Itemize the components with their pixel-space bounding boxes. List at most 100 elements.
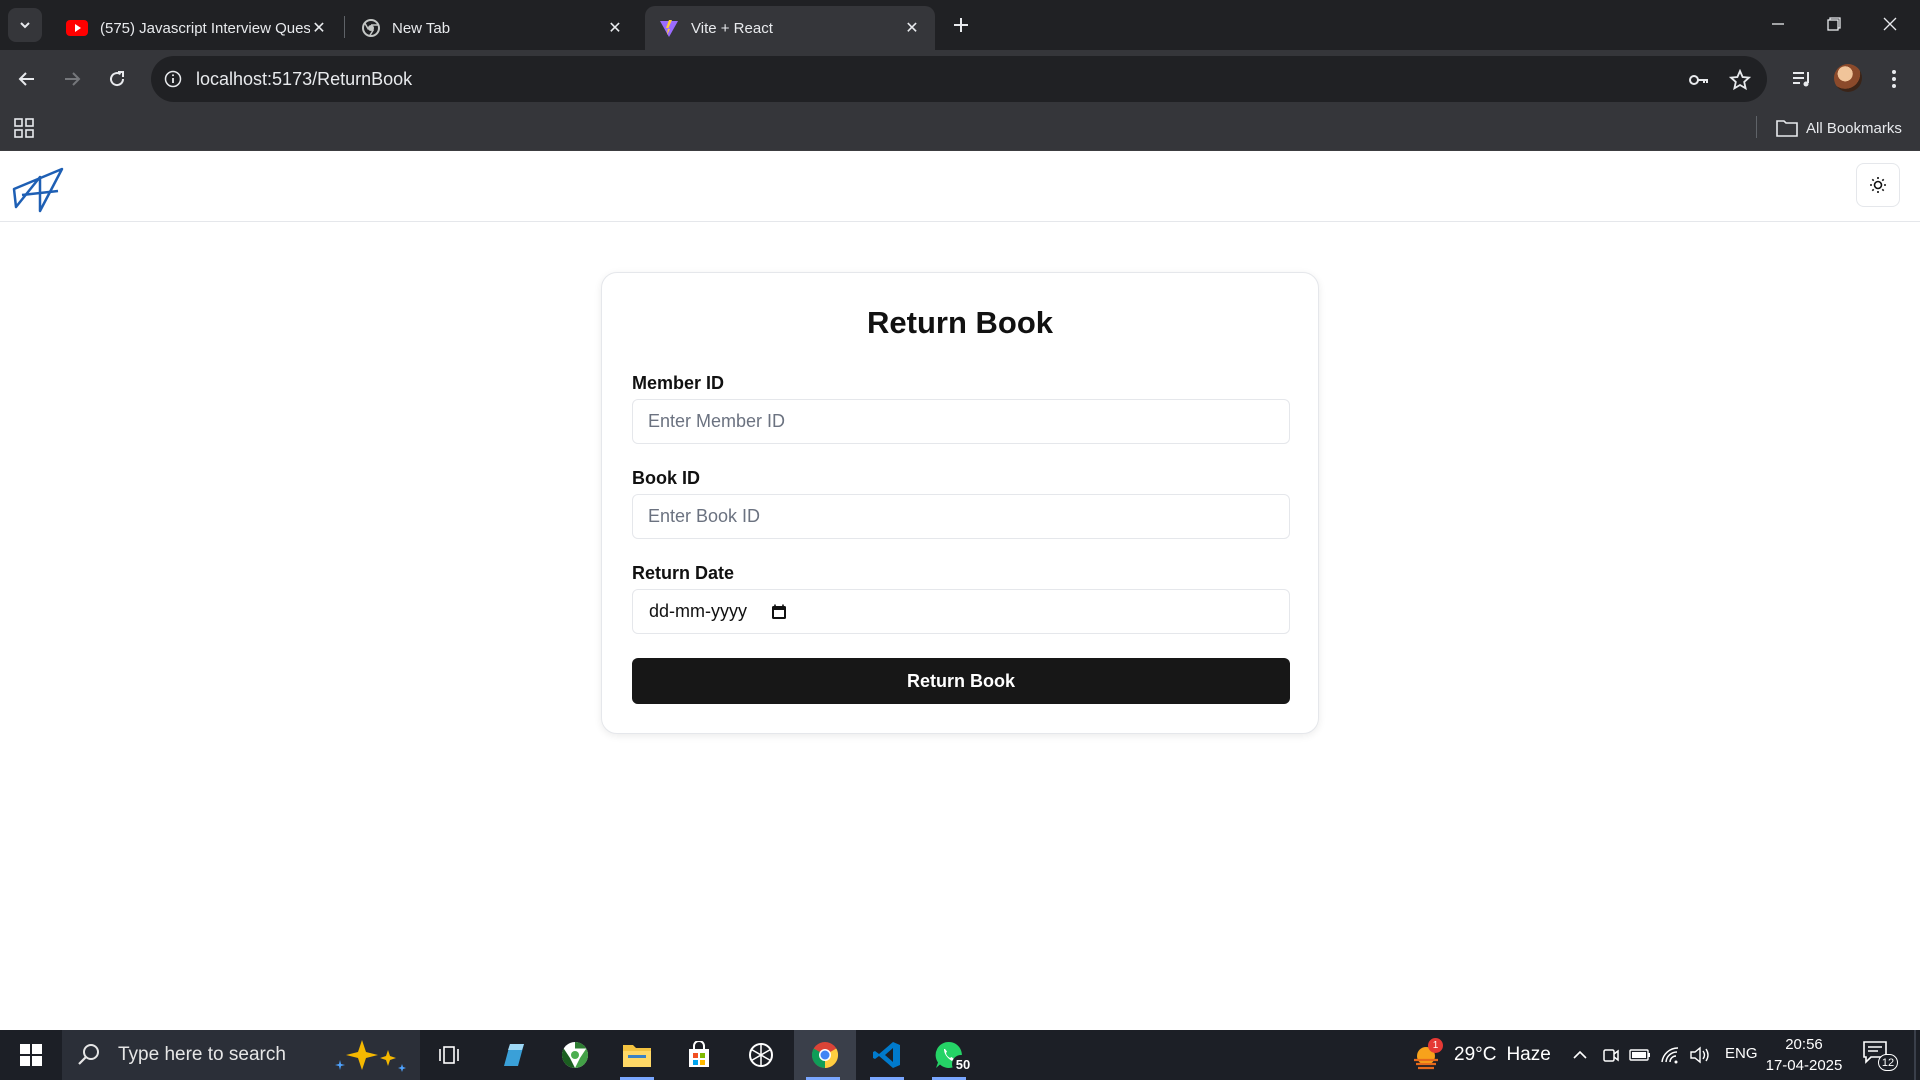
show-desktop-button[interactable] [1914,1030,1916,1080]
weather-widget[interactable]: 1 29°C Haze [1410,1030,1551,1080]
theme-toggle-button[interactable] [1856,163,1900,207]
tab-vite-react[interactable]: Vite + React ✕ [645,6,935,50]
search-icon [78,1044,99,1065]
new-tab-button[interactable] [946,10,976,40]
bookmarks-bar: All Bookmarks [0,108,1920,151]
language-indicator[interactable]: ENG [1725,1045,1758,1062]
taskbar-app-vscode[interactable] [858,1030,916,1080]
forward-button[interactable] [56,63,88,95]
windows-taskbar: Type here to search 50 1 29°C Haze ENG 2… [0,1030,1920,1080]
book-id-label: Book ID [632,468,701,488]
minimize-icon [1772,23,1784,25]
arrow-right-icon [65,72,81,86]
book-id-input[interactable] [632,494,1290,539]
star-icon[interactable] [1727,67,1753,93]
weather-temp: 29°C [1454,1044,1497,1065]
password-key-icon[interactable] [1686,67,1712,93]
restore-icon [1827,17,1841,31]
app-logo[interactable] [10,161,66,213]
search-placeholder: Type here to search [118,1044,286,1065]
calendar-icon[interactable] [771,604,787,620]
reload-icon [110,71,125,87]
taskbar-app-chatgpt[interactable] [732,1030,790,1080]
tab-new-tab[interactable]: New Tab ✕ [348,6,638,50]
media-control-icon[interactable] [1786,63,1818,95]
whatsapp-unread-badge: 50 [952,1055,974,1073]
all-bookmarks-label: All Bookmarks [1806,119,1902,137]
youtube-icon [66,20,88,36]
return-date-label: Return Date [632,563,735,583]
vite-icon [660,20,678,37]
apps-grid-icon[interactable] [12,116,36,140]
clock[interactable]: 20:56 17-04-2025 [1762,1034,1846,1076]
sun-icon [1870,177,1886,193]
chrome-icon [811,1042,839,1069]
vscode-icon [873,1042,900,1068]
address-bar[interactable]: localhost:5173/ReturnBook [151,56,1767,102]
url-text: localhost:5173/ReturnBook [196,69,413,89]
taskbar-search[interactable]: Type here to search [62,1030,420,1080]
close-icon [1883,17,1897,31]
taskbar-app-whatsapp[interactable]: 50 [920,1030,978,1080]
kebab-menu-icon[interactable] [1878,63,1910,95]
taskbar-app-chrome[interactable] [794,1030,856,1080]
chrome-icon [362,19,380,37]
volume-icon[interactable] [1688,1043,1712,1067]
chatgpt-icon [749,1043,773,1067]
chrome-dev-icon [561,1041,589,1069]
tab-title: New Tab [392,19,451,37]
weather-alert-badge: 1 [1428,1038,1443,1053]
return-book-button[interactable]: Return Book [632,658,1290,704]
minimize-button[interactable] [1750,0,1806,48]
sparkle-icon [335,1040,406,1072]
bookmarks-divider [1756,116,1757,138]
notification-count-badge: 12 [1878,1054,1898,1071]
browser-tab-bar: (575) Javascript Interview Quest ✕ New T… [0,0,1920,50]
page-title: Return Book [867,305,1053,340]
close-icon[interactable]: ✕ [606,19,624,37]
taskbar-app-file-explorer[interactable] [608,1030,666,1080]
task-view-icon [439,1046,459,1064]
member-id-label: Member ID [632,373,725,393]
notification-center-button[interactable]: 12 [1862,1040,1898,1071]
tab-divider [344,16,345,38]
member-id-input[interactable] [632,399,1290,444]
clock-time: 20:56 [1785,1036,1823,1053]
meet-now-icon[interactable] [1599,1043,1623,1067]
return-date-input[interactable]: dd-mm-yyyy [632,589,1290,634]
close-icon[interactable]: ✕ [310,19,328,37]
plus-icon [954,18,968,32]
windows-logo-icon [20,1044,42,1066]
folder-icon [1776,120,1798,137]
taskbar-app-chrome-dev[interactable] [546,1030,604,1080]
chevron-down-icon [20,22,30,29]
back-button[interactable] [11,63,43,95]
all-bookmarks-button[interactable]: All Bookmarks [1776,116,1902,140]
close-icon[interactable]: ✕ [903,19,921,37]
taskbar-app-notes[interactable] [484,1030,542,1080]
tab-search-button[interactable] [8,8,42,42]
taskbar-app-store[interactable] [670,1030,728,1080]
close-window-button[interactable] [1862,0,1918,48]
tab-title: Vite + React [691,19,773,37]
date-placeholder: dd-mm-yyyy [649,601,747,621]
reload-button[interactable] [101,63,133,95]
start-button[interactable] [0,1030,62,1080]
browser-toolbar: localhost:5173/ReturnBook [0,50,1920,108]
tab-youtube[interactable]: (575) Javascript Interview Quest ✕ [52,6,342,50]
app-header [0,151,1920,222]
folder-icon [623,1045,651,1067]
notes-app-icon [504,1044,524,1066]
wifi-icon[interactable] [1658,1043,1682,1067]
site-info-icon[interactable] [161,67,185,91]
battery-icon[interactable] [1628,1043,1652,1067]
profile-avatar[interactable] [1834,64,1862,92]
restore-button[interactable] [1806,0,1862,48]
tab-title: (575) Javascript Interview Quest [100,19,310,37]
store-icon [689,1041,709,1067]
arrow-left-icon [18,72,34,86]
weather-icon: 1 [1410,1038,1444,1072]
task-view-button[interactable] [420,1030,478,1080]
chevron-up-icon[interactable] [1568,1043,1592,1067]
clock-date: 17-04-2025 [1765,1057,1843,1074]
